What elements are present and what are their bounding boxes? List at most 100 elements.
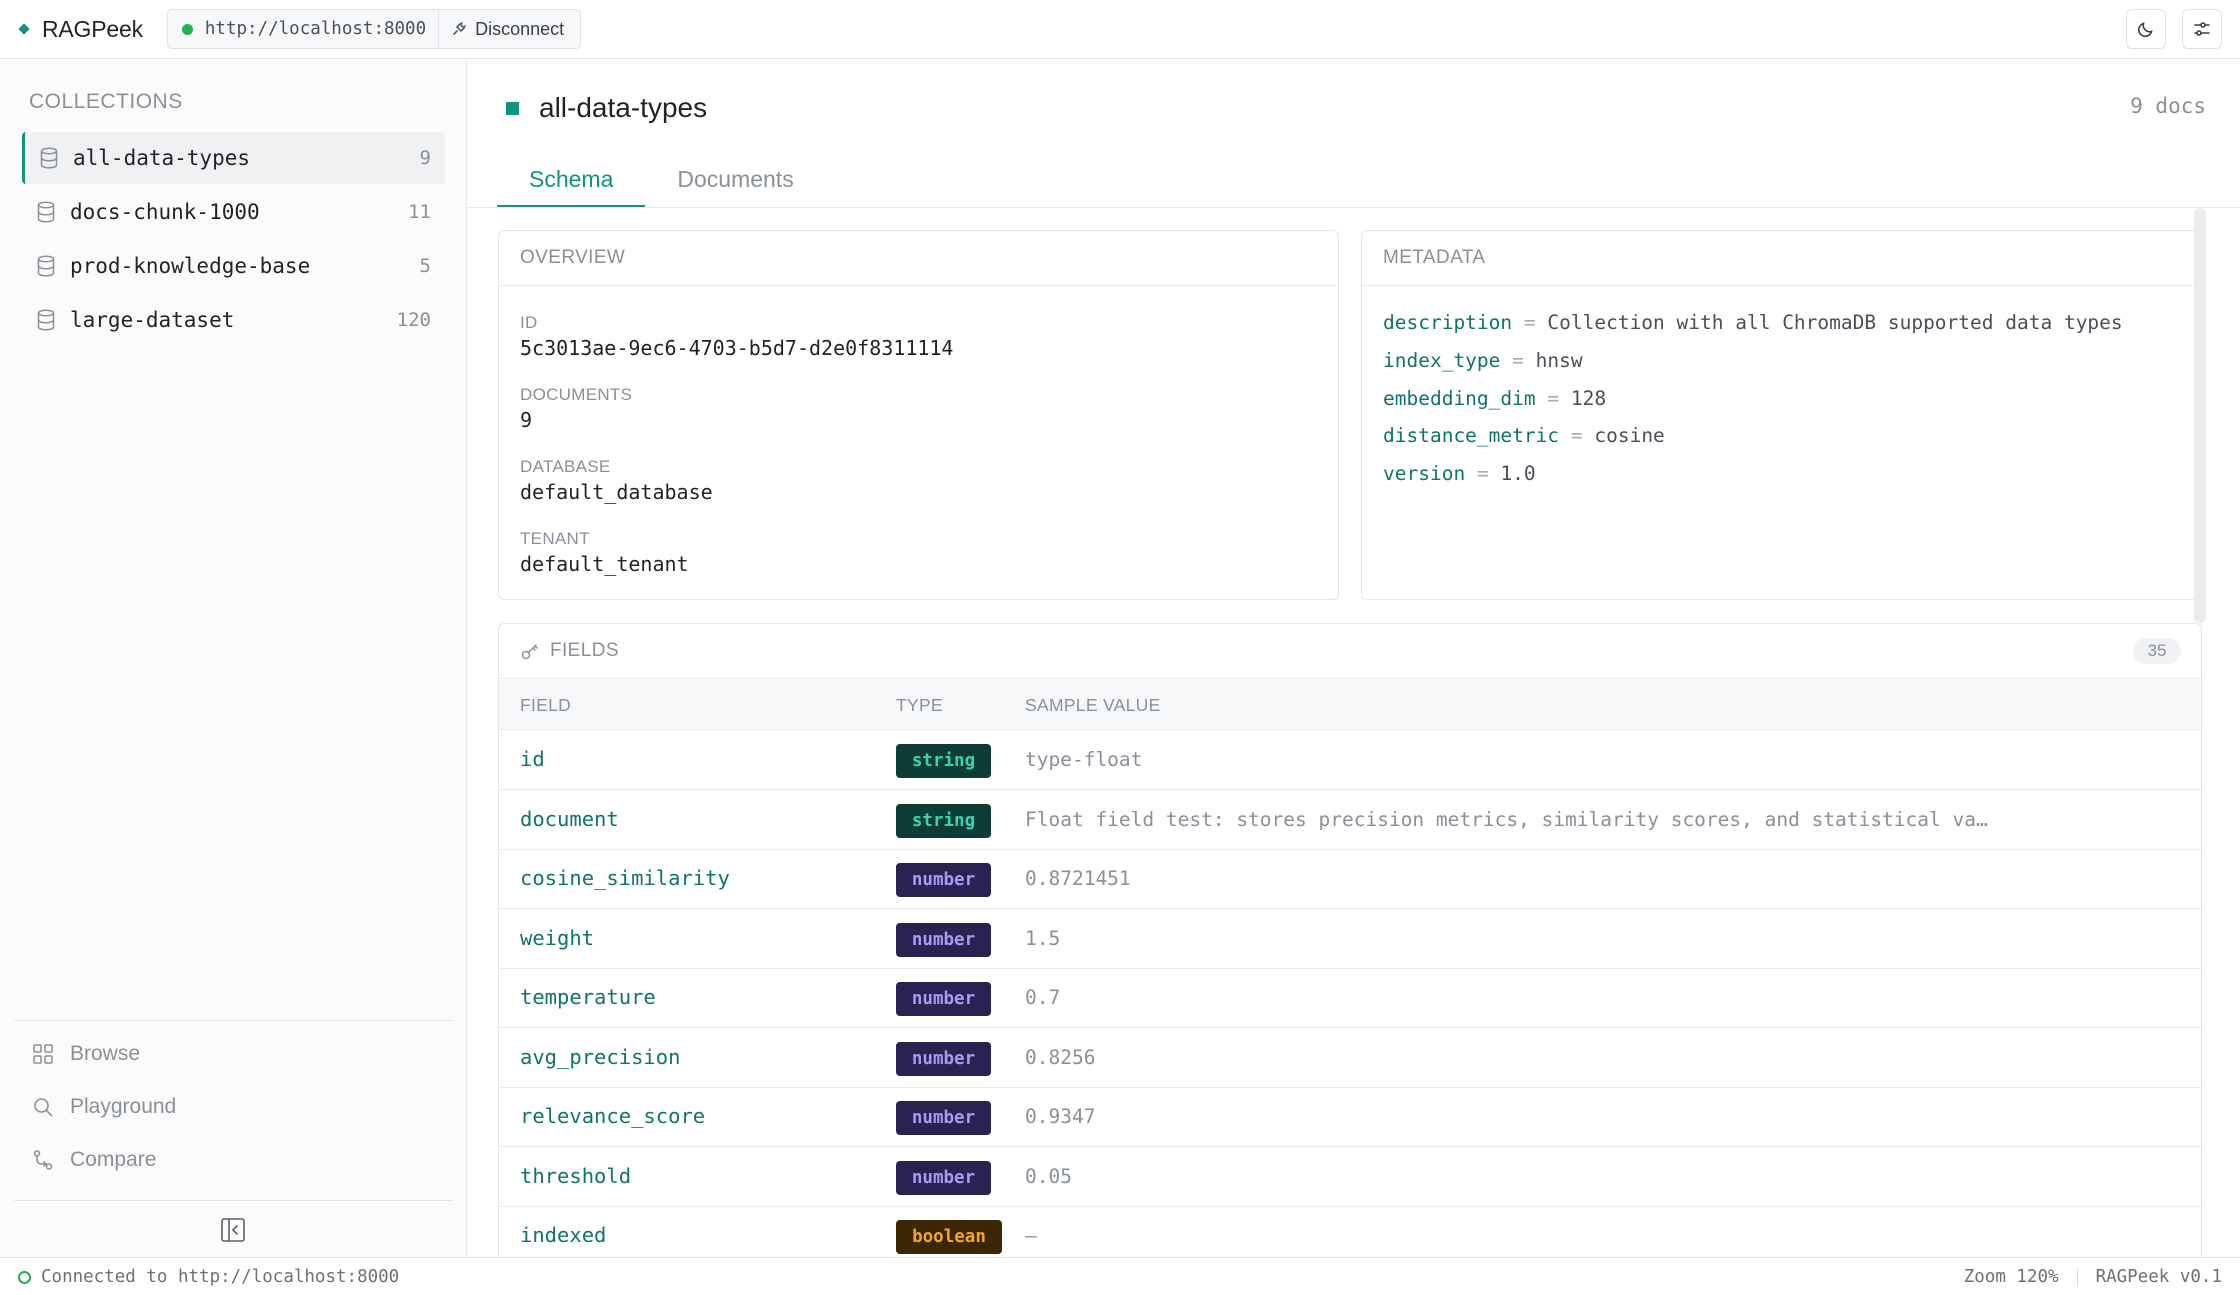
collapse-sidebar-button[interactable] (220, 1217, 246, 1249)
collection-name: docs-chunk-1000 (70, 200, 260, 224)
metadata-key: description (1383, 311, 1513, 334)
nav-browse[interactable]: Browse (32, 1042, 140, 1066)
overview-documents-label: DOCUMENTS (520, 385, 633, 404)
metadata-value: hnsw (1535, 349, 1583, 372)
column-header-field: FIELD (520, 695, 572, 715)
metadata-row: distance_metric = cosine (1383, 424, 1665, 447)
metadata-value: Collection with all ChromaDB supported d… (1547, 311, 2123, 334)
metadata-row: version = 1.0 (1383, 462, 1536, 485)
collection-name: all-data-types (73, 146, 251, 170)
sample-value: 0.05 (1025, 1165, 1072, 1188)
type-badge: number (896, 1101, 991, 1135)
connection-status-text: Connected to http://localhost:8000 (41, 1267, 400, 1287)
tab-documents[interactable]: Documents (645, 158, 825, 208)
fields-heading: FIELDS (550, 640, 619, 661)
table-row[interactable]: relevance_score number 0.9347 (499, 1088, 2201, 1147)
connection-url: http://localhost:8000 (168, 10, 440, 48)
search-icon (34, 1098, 53, 1117)
metadata-value: 1.0 (1500, 462, 1536, 485)
moon-icon (2137, 22, 2153, 38)
disconnect-button[interactable]: Disconnect (439, 10, 580, 48)
table-row[interactable]: id string type-float (499, 731, 2201, 790)
fields-header: FIELDS (499, 624, 2201, 679)
table-row[interactable]: threshold number 0.05 (499, 1148, 2201, 1207)
sample-value: type-float (1025, 748, 1143, 771)
metadata-equals: = (1476, 462, 1489, 485)
overview-heading: OVERVIEW (499, 231, 1338, 286)
status-separator (2076, 1268, 2078, 1286)
compare-icon (33, 1150, 53, 1170)
panel-collapse-icon (221, 1218, 245, 1242)
sidebar-item-large-dataset[interactable]: large-dataset 120 (22, 294, 445, 346)
sample-value: 1.5 (1025, 927, 1061, 950)
column-header-type: TYPE (896, 695, 943, 715)
brand[interactable]: RAGPeek (18, 16, 143, 43)
sidebar-item-all-data-types[interactable]: all-data-types 9 (22, 132, 445, 184)
overview-tenant-value: default_tenant (520, 552, 689, 576)
main-scrollbar[interactable] (2194, 208, 2206, 623)
status-bar: Connected to http://localhost:8000 Zoom … (0, 1257, 2240, 1295)
nav-playground[interactable]: Playground (32, 1095, 176, 1119)
connection-box: http://localhost:8000 Disconnect (166, 9, 582, 49)
sample-value: 0.8721451 (1025, 867, 1131, 890)
field-name: indexed (520, 1223, 607, 1247)
metadata-key: embedding_dim (1383, 387, 1536, 410)
column-header-sample: SAMPLE VALUE (1025, 695, 1161, 715)
type-badge: number (896, 863, 991, 897)
table-row[interactable]: document string Float field test: stores… (499, 791, 2201, 850)
sample-value: 0.9347 (1025, 1105, 1096, 1128)
collection-count: 5 (419, 255, 431, 277)
sidebar-divider (14, 1020, 453, 1021)
field-name: avg_precision (520, 1045, 681, 1069)
connected-ring-icon (18, 1270, 31, 1284)
metadata-row: index_type = hnsw (1383, 349, 1583, 372)
overview-database-value: default_database (520, 480, 713, 504)
field-name: threshold (520, 1164, 632, 1188)
nav-compare[interactable]: Compare (32, 1148, 156, 1172)
settings-button[interactable] (2182, 9, 2222, 49)
status-right: Zoom 120% RAGPeek v0.1 (1964, 1267, 2222, 1287)
connection-status: Connected to http://localhost:8000 (18, 1267, 399, 1287)
database-icon (37, 201, 55, 223)
nav-playground-label: Playground (70, 1095, 177, 1118)
metadata-value: 128 (1570, 387, 1607, 410)
fields-card: FIELDS 35 FIELD TYPE SAMPLE VALUE id str… (498, 623, 2202, 1257)
table-row[interactable]: weight number 1.5 (499, 910, 2201, 969)
sample-value: 0.8256 (1025, 1046, 1096, 1069)
field-name: weight (520, 926, 595, 950)
type-badge: number (896, 1042, 991, 1076)
table-row[interactable]: cosine_similarity number 0.8721451 (499, 850, 2201, 909)
type-badge: number (896, 1161, 991, 1195)
field-name: temperature (520, 985, 656, 1009)
collection-color-icon (506, 101, 519, 115)
tab-documents-label: Documents (677, 166, 794, 192)
field-name: document (520, 807, 619, 831)
collections-heading: COLLECTIONS (29, 90, 183, 113)
type-badge: boolean (896, 1220, 1002, 1254)
disconnect-label: Disconnect (475, 18, 565, 39)
connected-status-icon (181, 23, 193, 35)
sidebar-item-prod-knowledge-base[interactable]: prod-knowledge-base 5 (22, 240, 445, 292)
metadata-equals: = (1512, 349, 1524, 372)
sidebar: COLLECTIONS all-data-types 9 docs-chunk-… (0, 60, 467, 1257)
table-row[interactable]: temperature number 0.7 (499, 969, 2201, 1028)
tab-schema-label: Schema (529, 166, 614, 192)
type-badge: number (896, 982, 991, 1016)
sample-value: – (1025, 1224, 1037, 1247)
type-badge: number (896, 923, 991, 957)
metadata-card: METADATA description = Collection with a… (1361, 230, 2202, 600)
collection-count: 120 (396, 309, 431, 331)
tab-schema[interactable]: Schema (497, 158, 646, 208)
fields-count-badge: 35 (2133, 638, 2181, 664)
theme-toggle-button[interactable] (2126, 9, 2166, 49)
app-version: RAGPeek v0.1 (2095, 1267, 2222, 1287)
field-name: cosine_similarity (520, 866, 730, 890)
table-row[interactable]: avg_precision number 0.8256 (499, 1029, 2201, 1088)
nav-compare-label: Compare (70, 1148, 157, 1171)
table-row[interactable]: indexed boolean – (499, 1207, 2201, 1257)
sample-value: 0.7 (1025, 986, 1061, 1009)
database-icon (37, 255, 55, 277)
type-badge: string (896, 804, 991, 838)
sidebar-item-docs-chunk-1000[interactable]: docs-chunk-1000 11 (22, 186, 445, 238)
metadata-row: embedding_dim = 128 (1383, 387, 1606, 410)
